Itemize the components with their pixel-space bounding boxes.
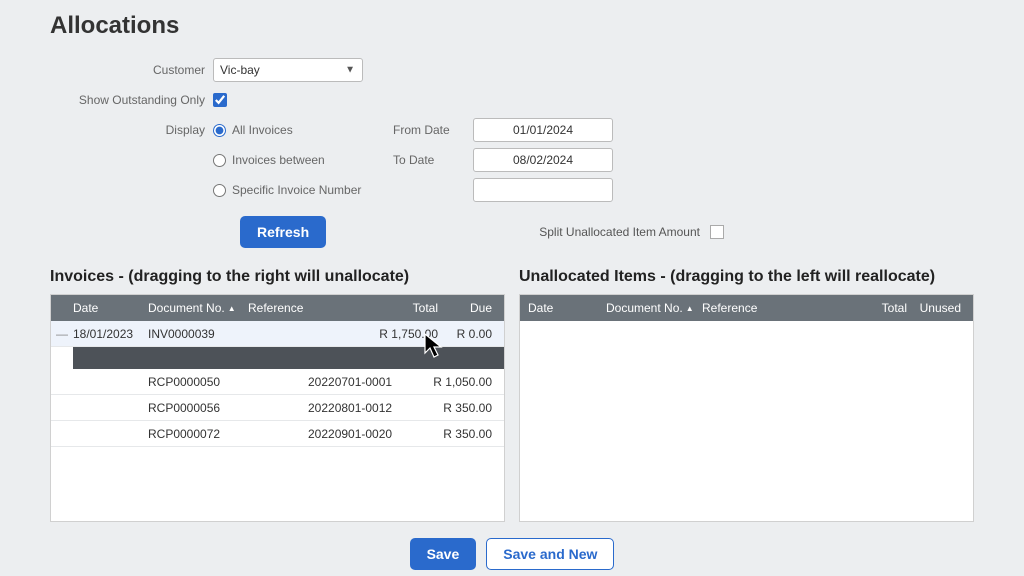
radio-specific-label: Specific Invoice Number bbox=[232, 183, 361, 197]
radio-all-label: All Invoices bbox=[232, 123, 293, 137]
unallocated-panel-title: Unallocated Items - (dragging to the lef… bbox=[519, 268, 974, 286]
filter-form: Customer Vic-bay ▼ Show Outstanding Only… bbox=[50, 58, 974, 202]
cell-document-no: RCP0000072 bbox=[148, 427, 308, 441]
split-unallocated-label: Split Unallocated Item Amount bbox=[539, 225, 700, 239]
split-unallocated-checkbox[interactable] bbox=[710, 225, 724, 239]
from-date-input[interactable] bbox=[473, 118, 613, 142]
page-title: Allocations bbox=[50, 12, 974, 40]
cell-document-no: INV0000039 bbox=[148, 327, 248, 341]
show-outstanding-label: Show Outstanding Only bbox=[50, 93, 213, 107]
col-reference[interactable]: Reference bbox=[248, 301, 364, 315]
receipt-row[interactable]: RCP0000056 20220801-0012 R 350.00 bbox=[51, 395, 504, 421]
col-due[interactable]: Due bbox=[444, 301, 504, 315]
save-button[interactable]: Save bbox=[410, 538, 477, 570]
save-and-new-button[interactable]: Save and New bbox=[486, 538, 614, 570]
invoices-panel: Invoices - (dragging to the right will u… bbox=[50, 268, 505, 522]
drop-target-row[interactable] bbox=[73, 347, 504, 369]
sort-asc-icon: ▲ bbox=[228, 304, 236, 313]
refresh-button[interactable]: Refresh bbox=[240, 216, 326, 248]
col-unused[interactable]: Unused bbox=[913, 301, 973, 315]
radio-all-invoices[interactable] bbox=[213, 124, 226, 137]
customer-select[interactable]: Vic-bay bbox=[213, 58, 363, 82]
unallocated-panel: Unallocated Items - (dragging to the lef… bbox=[519, 268, 974, 522]
to-date-label: To Date bbox=[393, 153, 473, 167]
cell-amount: R 1,050.00 bbox=[424, 375, 504, 389]
radio-specific-invoice[interactable] bbox=[213, 184, 226, 197]
unallocated-header-row: Date Document No.▲ Reference Total Unuse… bbox=[520, 295, 973, 321]
unallocated-empty-body[interactable] bbox=[520, 321, 973, 521]
cell-reference: 20220801-0012 bbox=[308, 401, 424, 415]
sort-asc-icon: ▲ bbox=[686, 304, 694, 313]
cell-document-no: RCP0000050 bbox=[148, 375, 308, 389]
cell-amount: R 350.00 bbox=[424, 401, 504, 415]
col-document-no[interactable]: Document No.▲ bbox=[148, 301, 248, 315]
radio-between-label: Invoices between bbox=[232, 153, 325, 167]
invoice-row[interactable]: — 18/01/2023 INV0000039 R 1,750.00 R 0.0… bbox=[51, 321, 504, 347]
col-total[interactable]: Total bbox=[364, 301, 444, 315]
invoices-panel-title: Invoices - (dragging to the right will u… bbox=[50, 268, 505, 286]
customer-label: Customer bbox=[50, 63, 213, 77]
radio-invoices-between[interactable] bbox=[213, 154, 226, 167]
col-date[interactable]: Date bbox=[73, 301, 148, 315]
cell-date: 18/01/2023 bbox=[73, 327, 148, 341]
to-date-input[interactable] bbox=[473, 148, 613, 172]
invoices-header-row: Date Document No.▲ Reference Total Due bbox=[51, 295, 504, 321]
col-document-no[interactable]: Document No.▲ bbox=[606, 301, 702, 315]
col-reference[interactable]: Reference bbox=[702, 301, 843, 315]
cell-reference: 20220701-0001 bbox=[308, 375, 424, 389]
cell-total: R 1,750.00 bbox=[364, 327, 444, 341]
receipt-row[interactable]: RCP0000072 20220901-0020 R 350.00 bbox=[51, 421, 504, 447]
col-date[interactable]: Date bbox=[528, 301, 606, 315]
cell-reference: 20220901-0020 bbox=[308, 427, 424, 441]
cell-amount: R 350.00 bbox=[424, 427, 504, 441]
show-outstanding-checkbox[interactable] bbox=[213, 93, 227, 107]
cell-document-no: RCP0000056 bbox=[148, 401, 308, 415]
col-total[interactable]: Total bbox=[843, 301, 913, 315]
display-label: Display bbox=[50, 123, 213, 137]
cell-due: R 0.00 bbox=[444, 327, 504, 341]
from-date-label: From Date bbox=[393, 123, 473, 137]
collapse-icon[interactable]: — bbox=[51, 327, 73, 341]
specific-invoice-input[interactable] bbox=[473, 178, 613, 202]
receipt-row[interactable]: RCP0000050 20220701-0001 R 1,050.00 bbox=[51, 369, 504, 395]
